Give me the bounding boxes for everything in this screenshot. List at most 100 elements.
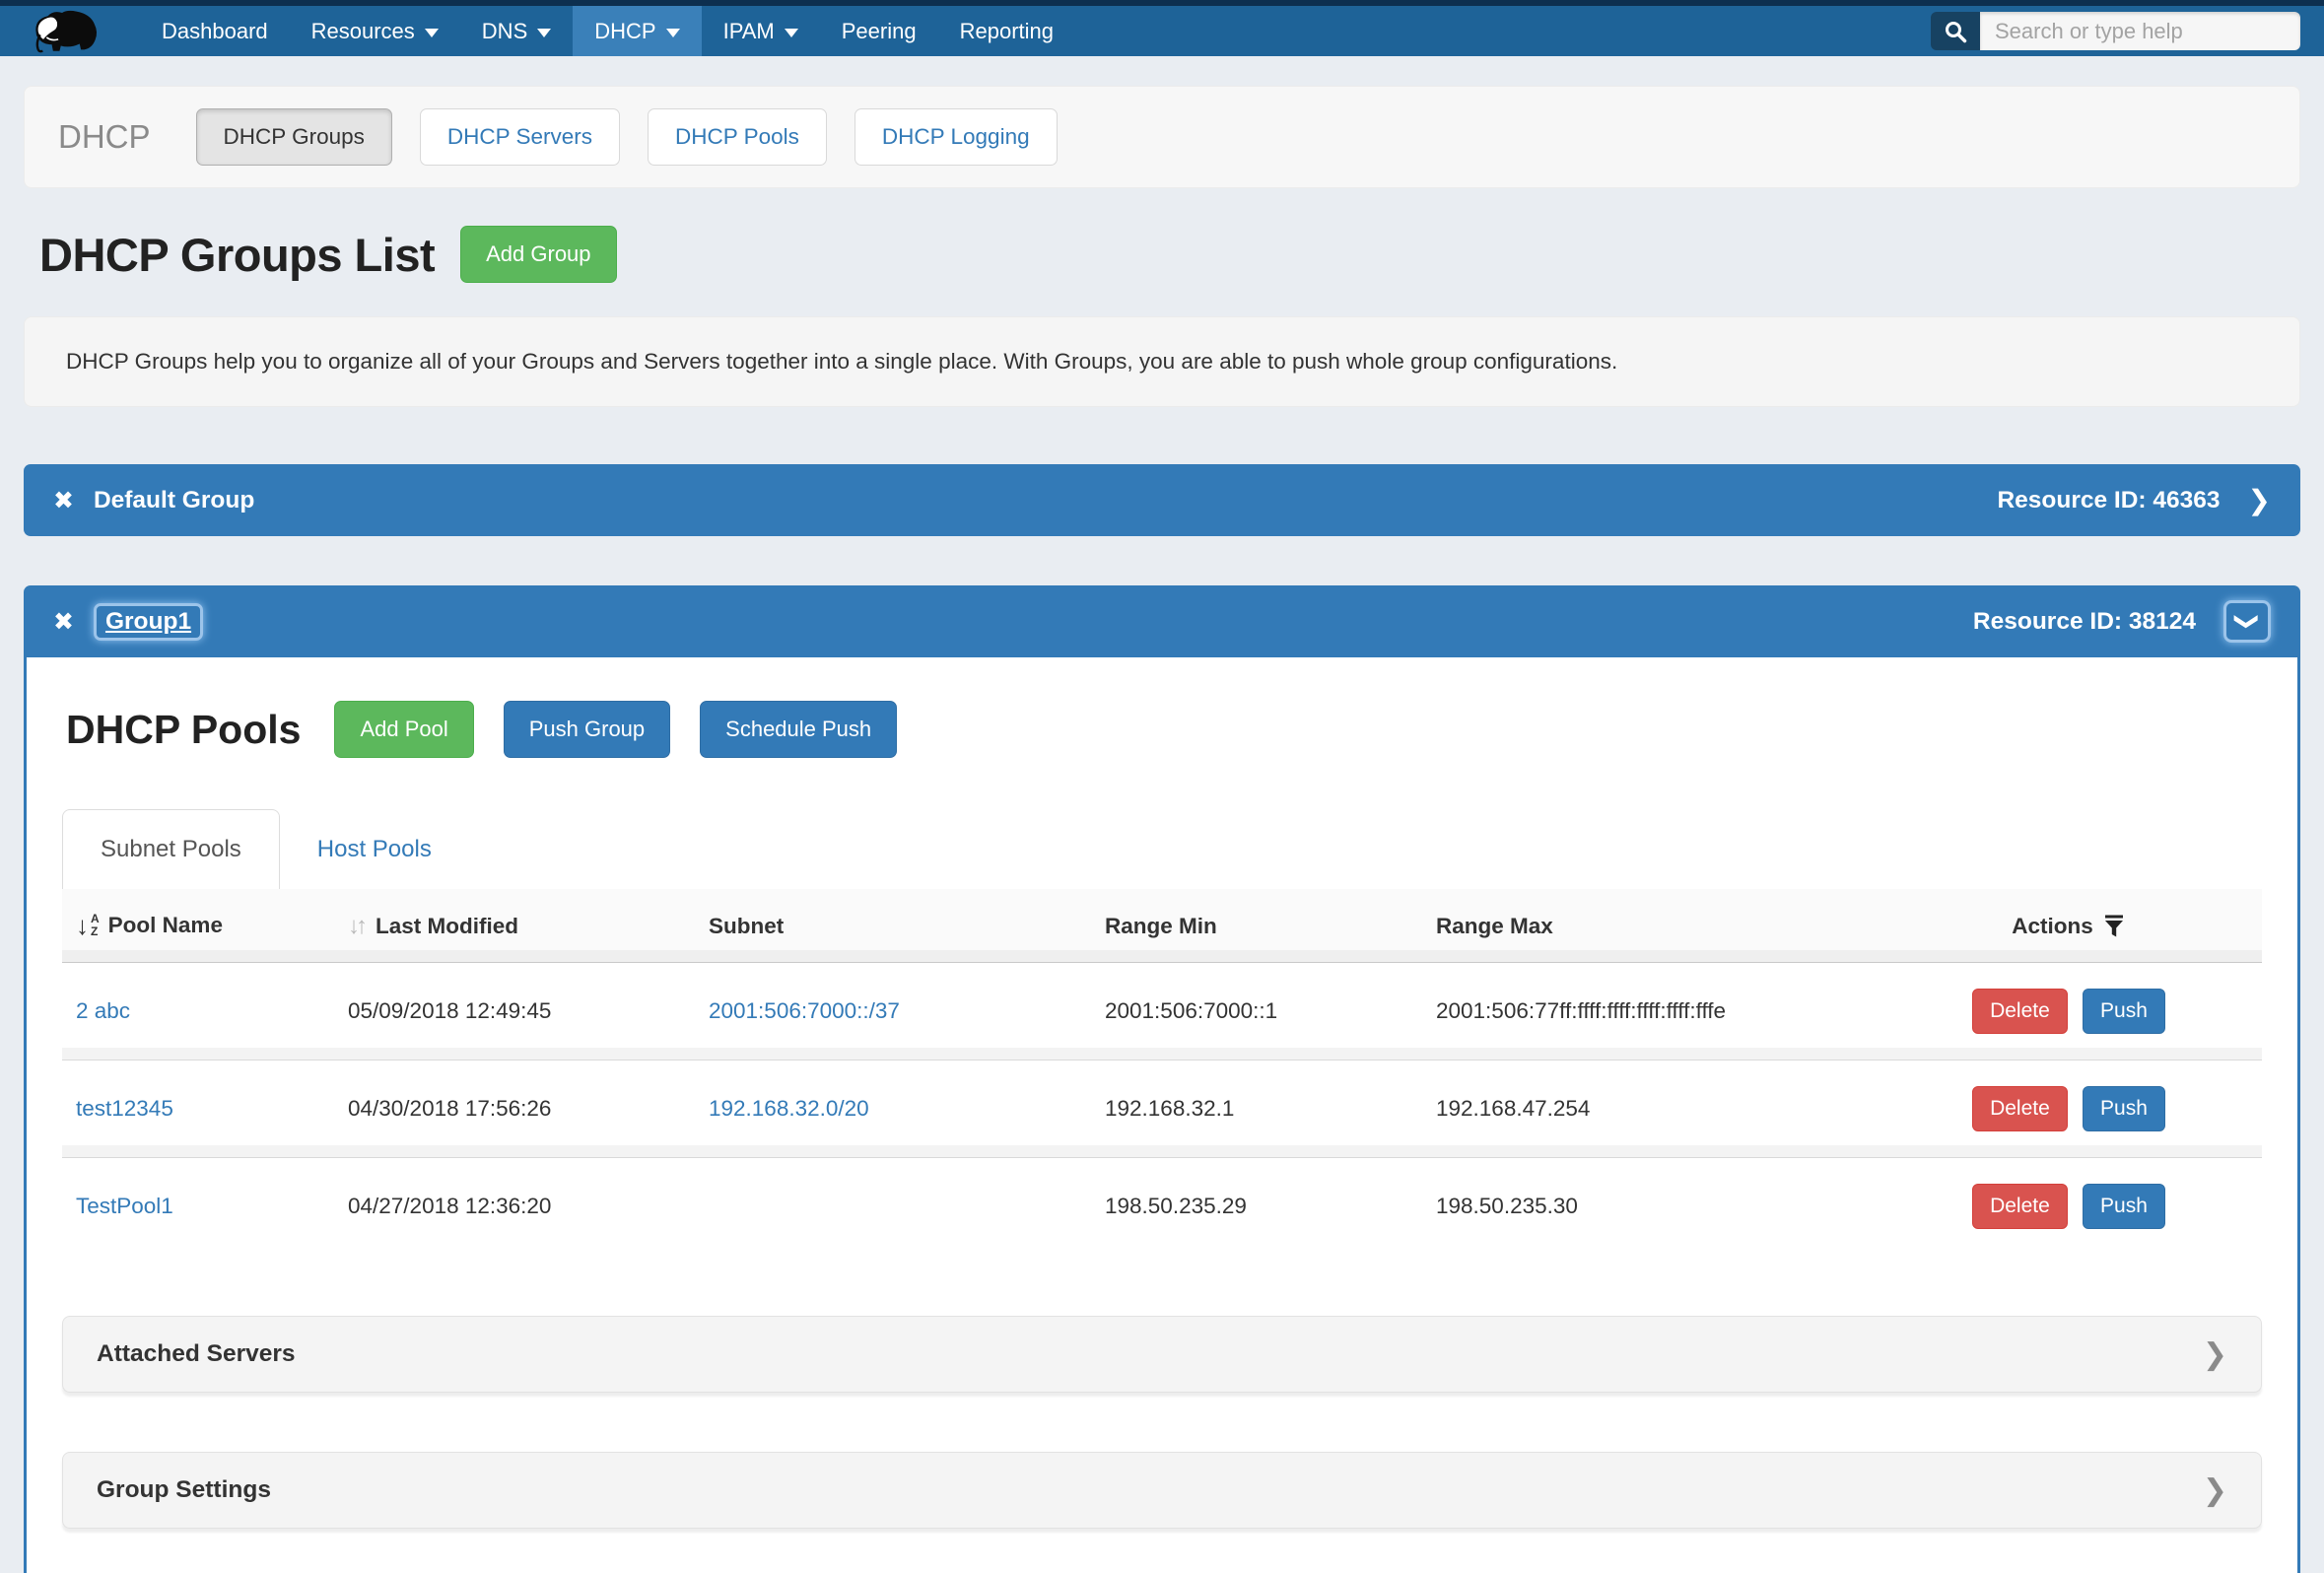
nav-menu: Dashboard Resources DNS DHCP IPAM Peerin… [140,6,1075,56]
nav-item-dhcp[interactable]: DHCP [573,6,701,56]
delete-button[interactable]: Delete [1972,989,2068,1034]
page-title-row: DHCP Groups List Add Group [24,226,2300,283]
tab-subnet-pools[interactable]: Subnet Pools [62,809,280,889]
push-button[interactable]: Push [2083,989,2165,1034]
nav-item-dashboard[interactable]: Dashboard [140,6,290,56]
delete-group-icon[interactable]: ✖ [53,607,74,637]
column-label: Subnet [709,914,784,938]
app-logo[interactable] [0,6,140,56]
group-bar-group1[interactable]: ✖ Group1 Resource ID: 38124 ❯ [24,585,2300,657]
nav-item-label: Peering [842,19,917,44]
tab-dhcp-logging[interactable]: DHCP Logging [854,108,1058,166]
range-min-value: 198.50.235.29 [1105,1194,1247,1218]
column-header-actions: Actions [1876,889,2262,963]
column-header-subnet[interactable]: Subnet [697,889,1093,963]
nav-item-reporting[interactable]: Reporting [938,6,1075,56]
column-header-pool-name[interactable]: ↓ AZ Pool Name [62,889,336,963]
nav-item-resources[interactable]: Resources [290,6,460,56]
chevron-right-icon: ❯ [2203,1473,2227,1508]
range-max-value: 198.50.235.30 [1436,1194,1578,1218]
group-name-link[interactable]: Group1 [105,608,191,635]
nav-item-peering[interactable]: Peering [820,6,938,56]
tab-host-pools[interactable]: Host Pools [280,810,469,889]
subnet-pools-table: ↓ AZ Pool Name ↓↑ Last Modified Subnet [62,889,2262,1255]
nav-item-label: DNS [482,19,527,44]
mammoth-logo-icon [26,9,106,54]
section-title: Attached Servers [97,1340,296,1368]
attached-servers-bar[interactable]: Attached Servers ❯ [62,1316,2262,1393]
push-button[interactable]: Push [2083,1086,2165,1131]
nav-item-dns[interactable]: DNS [460,6,573,56]
group-bar-default-group[interactable]: ✖ Default Group Resource ID: 46363 ❯ [24,464,2300,536]
pool-name-link[interactable]: 2 abc [76,998,130,1023]
nav-item-label: Dashboard [162,19,268,44]
push-button[interactable]: Push [2083,1184,2165,1229]
delete-group-icon[interactable]: ✖ [53,486,74,515]
group-bar-right: Resource ID: 46363 ❯ [1997,484,2271,516]
tab-dhcp-servers[interactable]: DHCP Servers [420,108,620,166]
range-max-value: 2001:506:77ff:ffff:ffff:ffff:ffff:fffe [1436,998,1726,1023]
chevron-right-icon[interactable]: ❯ [2248,484,2271,516]
push-group-button[interactable]: Push Group [504,701,670,758]
caret-down-icon [425,29,439,37]
pools-header-row: DHCP Pools Add Pool Push Group Schedule … [62,701,2262,758]
pool-tabs: Subnet Pools Host Pools [62,809,2262,889]
nav-item-label: Resources [311,19,415,44]
collapse-group-button[interactable]: ❯ [2223,600,2271,643]
nav-item-label: DHCP [594,19,655,44]
add-pool-button[interactable]: Add Pool [334,701,473,758]
group-name: Default Group [94,487,254,514]
range-min-value: 192.168.32.1 [1105,1096,1234,1121]
nav-spacer [1075,6,1931,56]
pool-name-link[interactable]: test12345 [76,1096,173,1121]
last-modified-value: 05/09/2018 12:49:45 [348,998,551,1023]
table-row: TestPool1 04/27/2018 12:36:20 198.50.235… [62,1158,2262,1256]
resource-id-label: Resource ID: 38124 [1973,608,2196,636]
tab-dhcp-groups[interactable]: DHCP Groups [196,108,392,166]
pool-table-body: 2 abc 05/09/2018 12:49:45 2001:506:7000:… [62,963,2262,1256]
subnet-link[interactable]: 2001:506:7000::/37 [709,998,900,1023]
pool-name-link[interactable]: TestPool1 [76,1194,173,1218]
schedule-push-button[interactable]: Schedule Push [700,701,897,758]
nav-item-ipam[interactable]: IPAM [702,6,820,56]
search-button[interactable] [1931,12,1980,50]
table-row: 2 abc 05/09/2018 12:49:45 2001:506:7000:… [62,963,2262,1060]
main-navbar: Dashboard Resources DNS DHCP IPAM Peerin… [0,6,2324,56]
caret-down-icon [666,29,680,37]
subnav-section-label: DHCP [58,118,151,156]
chevron-right-icon: ❯ [2203,1337,2227,1372]
group-bar-right: Resource ID: 38124 ❯ [1973,600,2271,643]
nav-item-label: Reporting [960,19,1054,44]
column-label: Range Min [1105,914,1217,938]
table-header-row: ↓ AZ Pool Name ↓↑ Last Modified Subnet [62,889,2262,963]
caret-down-icon [537,29,551,37]
table-row: test12345 04/30/2018 17:56:26 192.168.32… [62,1060,2262,1158]
add-group-button[interactable]: Add Group [460,226,616,283]
search-input[interactable] [1980,12,2300,50]
group-name-focus-ring: Group1 [94,603,203,641]
page-container: DHCP DHCP Groups DHCP Servers DHCP Pools… [0,86,2324,1573]
tab-dhcp-pools[interactable]: DHCP Pools [648,108,827,166]
caret-down-icon [785,29,798,37]
range-max-value: 192.168.47.254 [1436,1096,1590,1121]
group1-detail-panel: DHCP Pools Add Pool Push Group Schedule … [24,657,2300,1573]
last-modified-value: 04/30/2018 17:56:26 [348,1096,551,1121]
nav-item-label: IPAM [723,19,775,44]
sort-az-icon: ↓ AZ [76,913,100,938]
filter-icon[interactable] [2102,914,2126,939]
global-search [1931,12,2300,50]
section-title: Group Settings [97,1476,271,1504]
dhcp-pools-title: DHCP Pools [66,707,301,753]
column-header-range-max[interactable]: Range Max [1424,889,1876,963]
dhcp-subnav-panel: DHCP DHCP Groups DHCP Servers DHCP Pools… [24,86,2300,188]
delete-button[interactable]: Delete [1972,1184,2068,1229]
search-icon [1944,20,1967,43]
sort-updown-icon: ↓↑ [348,913,364,940]
group-settings-bar[interactable]: Group Settings ❯ [62,1452,2262,1529]
column-header-range-min[interactable]: Range Min [1093,889,1424,963]
delete-button[interactable]: Delete [1972,1086,2068,1131]
column-header-last-modified[interactable]: ↓↑ Last Modified [336,889,697,963]
subnet-link[interactable]: 192.168.32.0/20 [709,1096,869,1121]
page-title: DHCP Groups List [39,228,435,282]
range-min-value: 2001:506:7000::1 [1105,998,1277,1023]
